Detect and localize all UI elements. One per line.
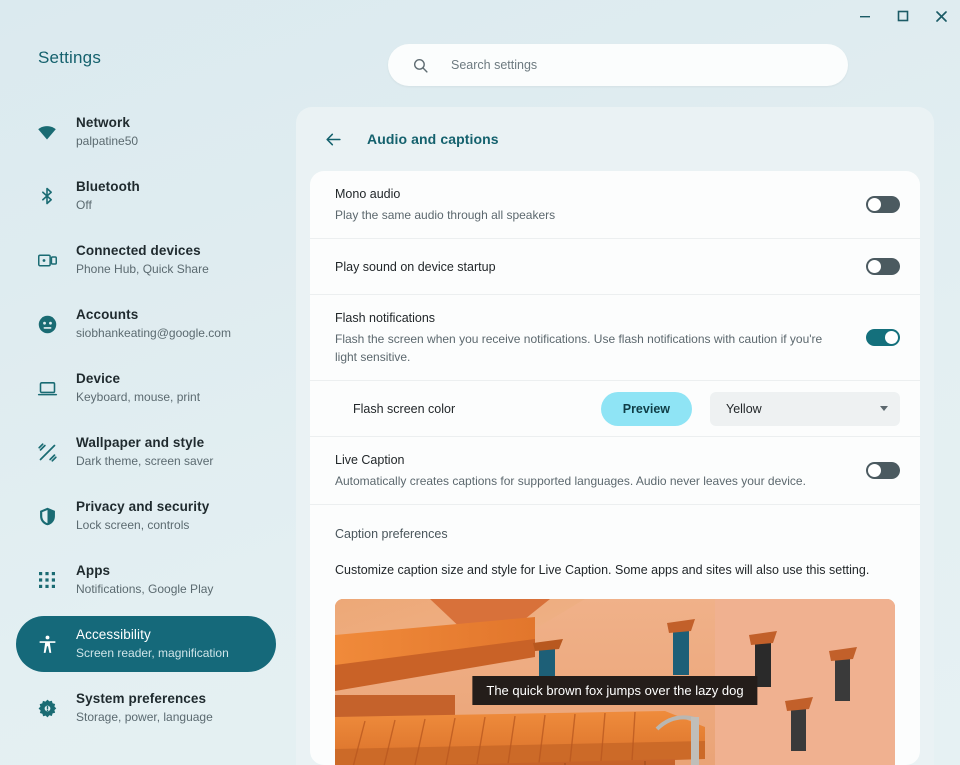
- app-title: Settings: [0, 48, 292, 68]
- sidebar-item-label: Network: [76, 115, 138, 132]
- sidebar-item-sublabel: Storage, power, language: [76, 710, 213, 725]
- dropdown-selected-value: Yellow: [726, 402, 880, 416]
- caption-preferences-section: Caption preferences Customize caption si…: [310, 505, 920, 577]
- sidebar-item-label: Device: [76, 371, 200, 388]
- search-icon: [412, 57, 429, 74]
- sidebar-item-label: Connected devices: [76, 243, 209, 260]
- sidebar-item-sublabel: Notifications, Google Play: [76, 582, 213, 597]
- sidebar-item-sublabel: Phone Hub, Quick Share: [76, 262, 209, 277]
- sidebar-item-sublabel: Dark theme, screen saver: [76, 454, 213, 469]
- sidebar-item-accounts[interactable]: Accounts siobhankeating@google.com: [16, 296, 276, 352]
- preview-button[interactable]: Preview: [601, 392, 692, 426]
- setting-title: Play sound on device startup: [335, 258, 850, 276]
- sidebar-item-network[interactable]: Network palpatine50: [16, 104, 276, 160]
- sidebar-item-label: Privacy and security: [76, 499, 209, 516]
- minimize-button[interactable]: [846, 1, 884, 31]
- sidebar-item-sublabel: Off: [76, 198, 140, 213]
- gear-icon: [36, 697, 58, 719]
- close-button[interactable]: [922, 1, 960, 31]
- sidebar-item-label: Wallpaper and style: [76, 435, 213, 452]
- sidebar-item-label: System preferences: [76, 691, 213, 708]
- maximize-button[interactable]: [884, 1, 922, 31]
- apps-grid-icon: [36, 569, 58, 591]
- settings-card: Mono audio Play the same audio through a…: [310, 171, 920, 765]
- flash-notifications-toggle[interactable]: [866, 329, 900, 346]
- play-sound-on-startup-toggle[interactable]: [866, 258, 900, 275]
- accessibility-icon: [36, 633, 58, 655]
- setting-title: Live Caption: [335, 451, 850, 469]
- minimize-icon: [859, 10, 871, 22]
- toggle-knob: [868, 260, 881, 273]
- panel-header: Audio and captions: [296, 107, 934, 171]
- main-panel: Audio and captions Mono audio Play the s…: [296, 107, 934, 765]
- sidebar-item-sublabel: Screen reader, magnification: [76, 646, 229, 661]
- sidebar-item-wallpaper-and-style[interactable]: Wallpaper and style Dark theme, screen s…: [16, 424, 276, 480]
- setting-title: Flash notifications: [335, 309, 850, 327]
- setting-row-play-sound-on-startup[interactable]: Play sound on device startup: [310, 239, 920, 295]
- caption-overlay-text: The quick brown fox jumps over the lazy …: [472, 676, 757, 705]
- sidebar-item-label: Bluetooth: [76, 179, 140, 196]
- page-title: Audio and captions: [367, 131, 499, 147]
- sidebar-item-sublabel: Lock screen, controls: [76, 518, 209, 533]
- shield-icon: [36, 505, 58, 527]
- wifi-icon: [36, 121, 58, 143]
- chevron-down-icon: [880, 406, 888, 411]
- sidebar-item-device[interactable]: Device Keyboard, mouse, print: [16, 360, 276, 416]
- setting-description: Play the same audio through all speakers: [335, 206, 835, 224]
- sidebar-item-accessibility[interactable]: Accessibility Screen reader, magnificati…: [16, 616, 276, 672]
- maximize-icon: [897, 10, 909, 22]
- setting-row-flash-screen-color: Flash screen color Preview Yellow: [310, 381, 920, 437]
- setting-row-flash-notifications[interactable]: Flash notifications Flash the screen whe…: [310, 295, 920, 381]
- sidebar-item-sublabel: palpatine50: [76, 134, 138, 149]
- sidebar-item-sublabel: Keyboard, mouse, print: [76, 390, 200, 405]
- caption-preferences-heading: Caption preferences: [335, 527, 895, 541]
- live-caption-toggle[interactable]: [866, 462, 900, 479]
- wallpaper-icon: [36, 441, 58, 463]
- sidebar-item-bluetooth[interactable]: Bluetooth Off: [16, 168, 276, 224]
- setting-title: Mono audio: [335, 185, 850, 203]
- sidebar-item-label: Accounts: [76, 307, 231, 324]
- sidebar-item-apps[interactable]: Apps Notifications, Google Play: [16, 552, 276, 608]
- back-arrow-icon[interactable]: [324, 130, 343, 149]
- sidebar-item-label: Accessibility: [76, 627, 229, 644]
- search-bar[interactable]: Search settings: [388, 44, 848, 86]
- sidebar-item-connected-devices[interactable]: Connected devices Phone Hub, Quick Share: [16, 232, 276, 288]
- sidebar-nav-list: Network palpatine50 Bluetooth Off Connec…: [0, 104, 292, 736]
- close-icon: [935, 10, 948, 23]
- window-controls: [846, 0, 960, 32]
- sidebar: Settings Network palpatine50 Bluetooth O…: [0, 0, 292, 765]
- sidebar-item-sublabel: siobhankeating@google.com: [76, 326, 231, 341]
- mono-audio-toggle[interactable]: [866, 196, 900, 213]
- setting-description: Automatically creates captions for suppo…: [335, 472, 835, 490]
- search-input[interactable]: Search settings: [451, 58, 537, 72]
- bluetooth-icon: [36, 185, 58, 207]
- setting-description: Flash the screen when you receive notifi…: [335, 330, 835, 366]
- sidebar-item-label: Apps: [76, 563, 213, 580]
- sidebar-item-system-preferences[interactable]: System preferences Storage, power, langu…: [16, 680, 276, 736]
- toggle-knob: [885, 331, 898, 344]
- account-icon: [36, 313, 58, 335]
- toggle-knob: [868, 464, 881, 477]
- setting-row-mono-audio[interactable]: Mono audio Play the same audio through a…: [310, 171, 920, 239]
- toggle-knob: [868, 198, 881, 211]
- sidebar-item-privacy-and-security[interactable]: Privacy and security Lock screen, contro…: [16, 488, 276, 544]
- laptop-icon: [36, 377, 58, 399]
- connected-devices-icon: [36, 249, 58, 271]
- caption-preferences-description: Customize caption size and style for Liv…: [335, 563, 895, 577]
- caption-preview: The quick brown fox jumps over the lazy …: [335, 599, 895, 765]
- setting-row-live-caption[interactable]: Live Caption Automatically creates capti…: [310, 437, 920, 505]
- flash-screen-color-label: Flash screen color: [353, 402, 601, 416]
- flash-screen-color-dropdown[interactable]: Yellow: [710, 392, 900, 426]
